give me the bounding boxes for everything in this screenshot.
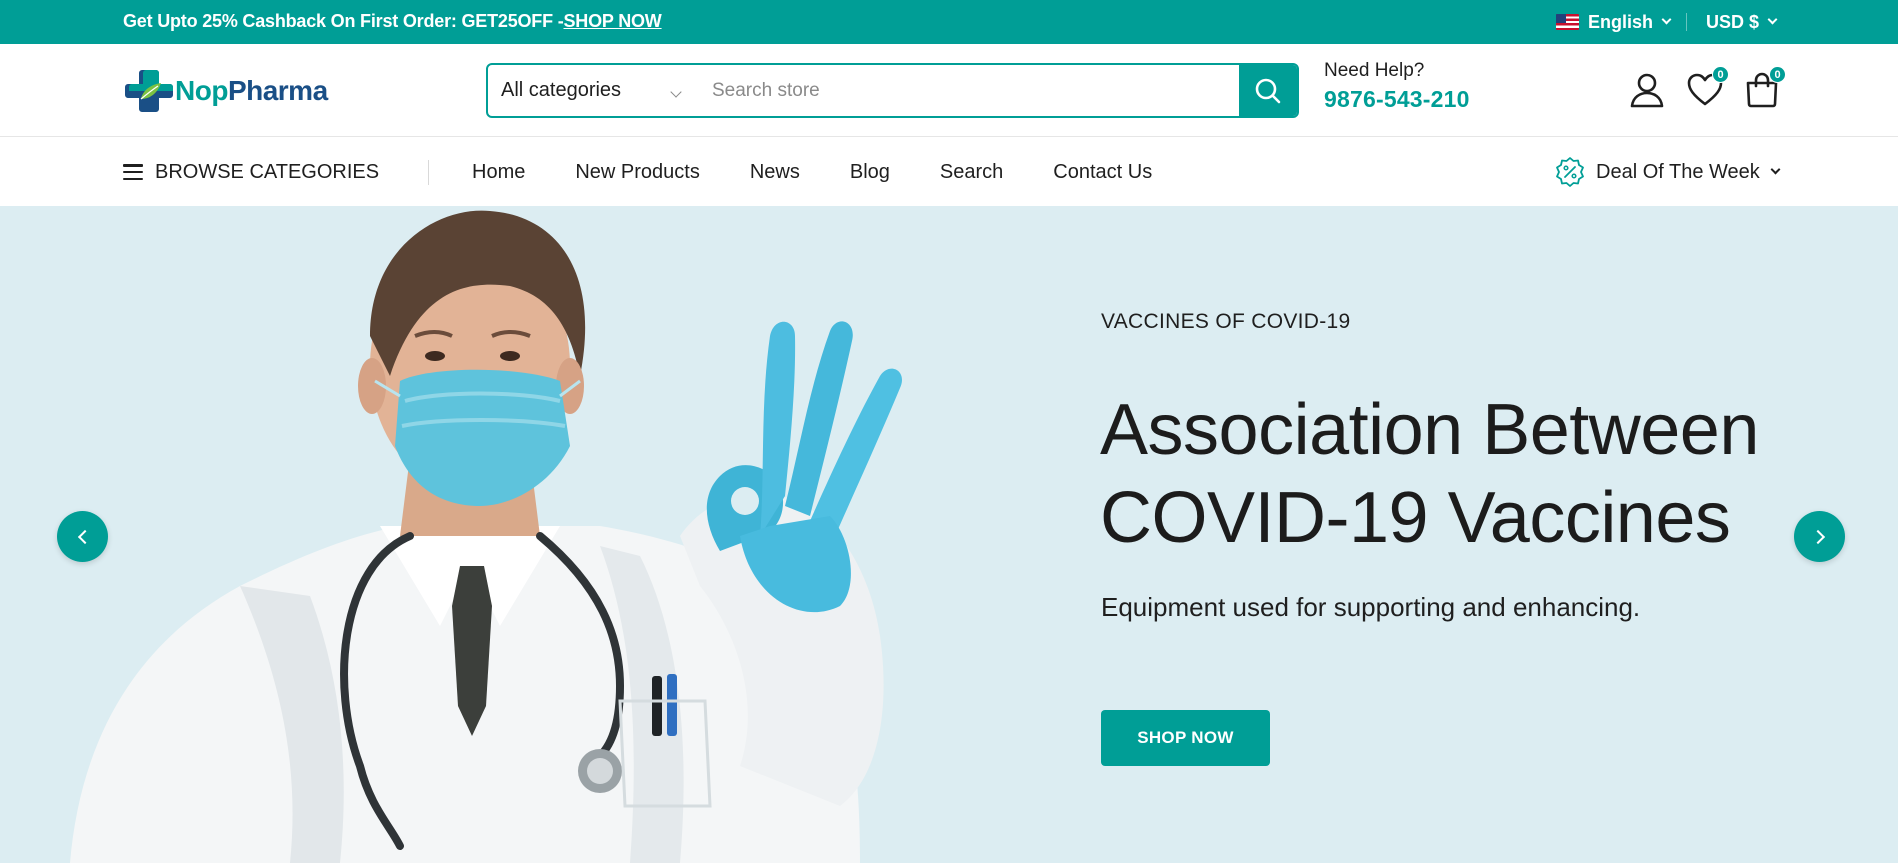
deal-of-the-week-label: Deal Of The Week [1596, 160, 1760, 183]
site-logo[interactable]: NopPharma [125, 66, 328, 116]
category-select[interactable]: All categories [488, 65, 710, 116]
arrow-left-icon [77, 529, 92, 544]
wishlist-count-badge: 0 [1712, 66, 1729, 83]
hero-title-line-1: Association Between [1100, 390, 1759, 470]
wishlist-button[interactable]: 0 [1685, 66, 1729, 110]
browse-categories-button[interactable]: BROWSE CATEGORIES [123, 138, 379, 206]
user-icon [1630, 73, 1664, 108]
hamburger-icon [123, 164, 143, 180]
nav-item-news[interactable]: News [750, 161, 800, 184]
account-button[interactable] [1627, 70, 1667, 110]
cart-count-badge: 0 [1769, 66, 1786, 83]
chevron-down-icon [1767, 14, 1778, 25]
hero-kicker: VACCINES OF COVID-19 [1101, 310, 1351, 333]
doctor-hero-image [70, 210, 902, 863]
discount-badge-icon [1556, 157, 1584, 187]
site-header: NopPharma All categories Need Help? 9876… [0, 44, 1898, 137]
promo-topbar: Get Upto 25% Cashback On First Order: GE… [0, 0, 1898, 44]
nav-divider [428, 160, 429, 185]
slider-prev-button[interactable] [57, 511, 108, 562]
nav-item-contact-us[interactable]: Contact Us [1053, 161, 1152, 184]
help-label: Need Help? [1324, 60, 1425, 81]
nav-menu: Home New Products News Blog Search Conta… [472, 138, 1202, 206]
chevron-down-icon [1770, 164, 1781, 175]
language-selector[interactable]: English [1556, 0, 1672, 44]
currency-selector[interactable]: USD $ [1706, 0, 1778, 44]
browse-categories-label: BROWSE CATEGORIES [155, 160, 380, 183]
promo-shop-now-link[interactable]: SHOP NOW [564, 11, 662, 31]
chevron-down-icon [1661, 14, 1672, 25]
search-bar: All categories [486, 63, 1299, 118]
nav-item-new-products[interactable]: New Products [575, 161, 700, 184]
hero-title: Association Between COVID-19 Vaccines [1100, 386, 1820, 562]
topbar-divider [1686, 13, 1687, 31]
category-select-value: All categories [501, 79, 622, 101]
language-label: English [1588, 11, 1654, 32]
logo-cross-icon [125, 70, 173, 112]
nav-item-home[interactable]: Home [472, 161, 525, 184]
main-navigation: BROWSE CATEGORIES Home New Products News… [0, 138, 1898, 206]
help-phone[interactable]: 9876-543-210 [1324, 86, 1470, 113]
hero-subtitle: Equipment used for supporting and enhanc… [1101, 592, 1641, 622]
nav-item-search[interactable]: Search [940, 161, 1003, 184]
search-input[interactable] [710, 65, 1239, 116]
hero-slider: VACCINES OF COVID-19 Association Between… [0, 206, 1898, 863]
help-contact: Need Help? 9876-543-210 [1324, 60, 1470, 113]
currency-label: USD $ [1706, 11, 1760, 32]
chevron-down-icon [670, 86, 682, 98]
us-flag-icon [1556, 14, 1579, 30]
arrow-right-icon [1810, 529, 1825, 544]
logo-wordmark: NopPharma [175, 75, 328, 106]
slider-next-button[interactable] [1794, 511, 1845, 562]
hero-shop-now-button[interactable]: SHOP NOW [1101, 710, 1270, 766]
search-button[interactable] [1239, 65, 1297, 116]
deal-of-the-week-menu[interactable]: Deal Of The Week [1554, 138, 1781, 206]
hero-title-line-2: COVID-19 Vaccines [1100, 478, 1731, 558]
cart-button[interactable]: 0 [1742, 66, 1786, 110]
promo-message: Get Upto 25% Cashback On First Order: GE… [123, 0, 662, 44]
promo-text: Get Upto 25% Cashback On First Order: GE… [123, 11, 564, 31]
nav-item-blog[interactable]: Blog [850, 161, 890, 184]
search-icon [1255, 78, 1281, 103]
